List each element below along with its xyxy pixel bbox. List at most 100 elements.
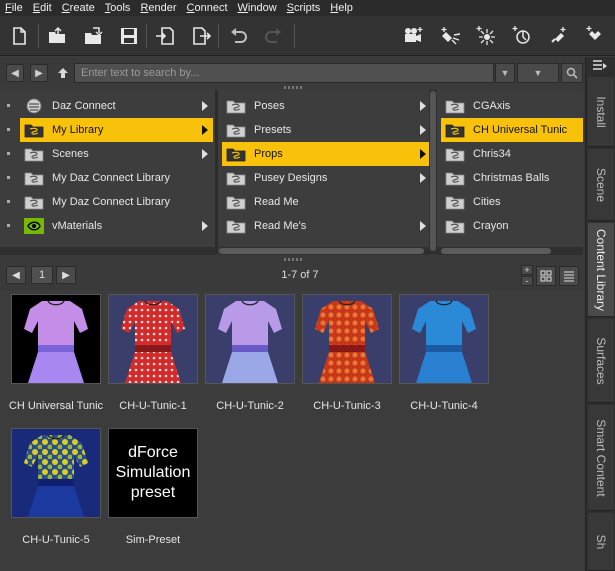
search-input[interactable]: Enter text to search by...: [74, 63, 494, 83]
folder-row[interactable]: CGAxis: [441, 94, 583, 118]
folder-row[interactable]: Poses: [222, 94, 431, 118]
folder-label: Read Me's: [254, 220, 307, 232]
prev-page-button[interactable]: ◀: [6, 266, 26, 284]
search-icon[interactable]: [561, 63, 583, 83]
page-number-field[interactable]: 1: [31, 266, 53, 284]
folder-row[interactable]: Cities: [441, 190, 583, 214]
folder-row[interactable]: CH Universal Tunic: [441, 118, 583, 142]
folder-browser: Daz Connect My Library Scenes My Daz Connec…: [0, 90, 583, 254]
menu-render[interactable]: Render: [135, 2, 181, 14]
column-1-hscroll[interactable]: [0, 247, 216, 255]
search-options-dropdown[interactable]: ▼: [517, 63, 559, 83]
expand-arrow-icon[interactable]: [420, 221, 426, 231]
folder-row[interactable]: Scenes: [20, 142, 213, 166]
folder-row[interactable]: Presets: [222, 118, 431, 142]
expand-arrow-icon[interactable]: [202, 125, 208, 135]
folder-row[interactable]: My Daz Connect Library: [20, 166, 213, 190]
folder-row[interactable]: My Library: [20, 118, 213, 142]
merge-file-icon[interactable]: [82, 25, 104, 47]
tab-surfaces[interactable]: Surfaces: [588, 319, 614, 403]
folder-row[interactable]: Christmas Balls: [441, 166, 583, 190]
tab-label: Content Library: [594, 228, 608, 311]
menu-scripts[interactable]: Scripts: [282, 2, 326, 14]
thumbnail: [399, 294, 489, 384]
camera-icon[interactable]: [402, 25, 424, 47]
tree-dot: [7, 104, 10, 107]
tab-scene[interactable]: Scene: [588, 149, 614, 221]
folder-icon: [445, 220, 465, 234]
menu-tools[interactable]: Tools: [100, 2, 136, 14]
expand-arrow-icon[interactable]: [202, 149, 208, 159]
splitter-grip-2[interactable]: [284, 258, 302, 261]
folder-icon: [24, 172, 44, 186]
expand-arrow-icon[interactable]: [420, 125, 426, 135]
thumbnail: [108, 294, 198, 384]
tab-label: Sh: [594, 534, 608, 549]
menu-connect[interactable]: Connect: [182, 2, 233, 14]
folder-row[interactable]: Read Me: [222, 190, 431, 214]
column-2-hscroll[interactable]: [219, 247, 429, 255]
folder-label: Poses: [254, 100, 285, 112]
folder-label: Cities: [473, 196, 501, 208]
expand-arrow-icon[interactable]: [420, 149, 426, 159]
distant-light-icon[interactable]: [511, 25, 533, 47]
main-toolbar: [0, 16, 615, 56]
next-page-button[interactable]: ▶: [56, 266, 76, 284]
column-3-hscroll[interactable]: [437, 247, 583, 255]
folder-row[interactable]: Props: [222, 142, 431, 166]
folder-label: Scenes: [52, 148, 89, 160]
more-icon[interactable]: [584, 25, 606, 47]
column-2-scrollbar[interactable]: [429, 90, 437, 254]
folder-icon: [445, 148, 465, 162]
tab-install[interactable]: Install: [588, 77, 614, 147]
folder-label: Presets: [254, 124, 292, 136]
menu-help[interactable]: Help: [325, 2, 358, 14]
item-label: CH-U-Tunic-4: [410, 400, 478, 412]
tab-sh[interactable]: Sh: [588, 513, 614, 571]
back-button[interactable]: ◀: [6, 64, 24, 82]
export-icon[interactable]: [190, 25, 212, 47]
folder-row[interactable]: Read Me's: [222, 214, 431, 238]
undo-icon[interactable]: [227, 25, 249, 47]
open-file-icon[interactable]: [46, 25, 68, 47]
expand-arrow-icon[interactable]: [420, 101, 426, 111]
nvidia-icon: [24, 218, 44, 234]
tab-label: Surfaces: [594, 336, 608, 385]
menu-window[interactable]: Window: [233, 2, 282, 14]
tab-content-library[interactable]: Content Library: [588, 223, 614, 317]
import-icon[interactable]: [154, 25, 176, 47]
point-light-icon[interactable]: [475, 25, 497, 47]
splitter-grip[interactable]: [284, 86, 302, 89]
forward-button[interactable]: ▶: [30, 64, 48, 82]
side-tabs: Install Scene Content Library Surfaces Smart…: [585, 57, 615, 571]
spotlight-icon[interactable]: [440, 25, 462, 47]
search-filter-dropdown[interactable]: ▼: [495, 63, 515, 83]
folder-row[interactable]: Chris34: [441, 142, 583, 166]
folder-label: CGAxis: [473, 100, 511, 112]
tab-smart-content[interactable]: Smart Content: [588, 405, 614, 511]
save-icon[interactable]: [118, 25, 140, 47]
folder-row[interactable]: My Daz Connect Library: [20, 190, 213, 214]
up-folder-icon[interactable]: [54, 64, 72, 82]
folder-row[interactable]: Daz Connect: [20, 94, 213, 118]
folder-row[interactable]: Crayon: [441, 214, 583, 238]
folder-label: Christmas Balls: [473, 172, 550, 184]
menu-edit[interactable]: Edit: [28, 2, 57, 14]
folder-label: vMaterials: [52, 220, 103, 232]
panel-menu-icon[interactable]: [592, 59, 608, 73]
zoom-out-button[interactable]: -: [521, 276, 533, 286]
thumbnail: [11, 428, 101, 518]
folder-row[interactable]: vMaterials: [20, 214, 213, 238]
list-view-icon[interactable]: [559, 266, 579, 286]
grid-view-icon[interactable]: [536, 266, 556, 286]
new-file-icon[interactable]: [8, 25, 30, 47]
menu-create[interactable]: Create: [57, 2, 100, 14]
menu-file[interactable]: File: [0, 2, 28, 14]
expand-arrow-icon[interactable]: [202, 101, 208, 111]
folder-row[interactable]: Pusey Designs: [222, 166, 431, 190]
expand-arrow-icon[interactable]: [420, 173, 426, 183]
zoom-in-button[interactable]: +: [521, 265, 533, 275]
linear-light-icon[interactable]: [547, 25, 569, 47]
redo-icon[interactable]: [263, 25, 285, 47]
expand-arrow-icon[interactable]: [202, 221, 208, 231]
